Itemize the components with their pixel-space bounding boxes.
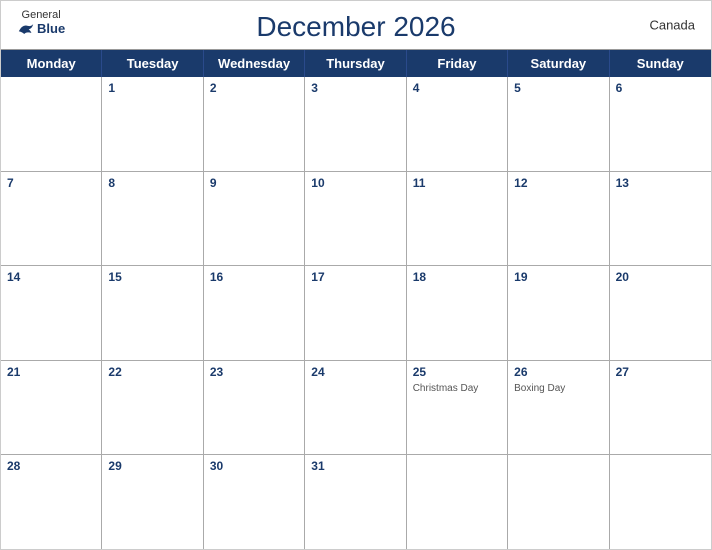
day-cell-2: 2 bbox=[204, 77, 305, 171]
day-cell-20: 20 bbox=[610, 266, 711, 360]
day-number: 24 bbox=[311, 365, 399, 379]
day-number: 13 bbox=[616, 176, 705, 190]
day-header-sunday: Sunday bbox=[610, 50, 711, 77]
day-cell-5: 5 bbox=[508, 77, 609, 171]
day-header-tuesday: Tuesday bbox=[102, 50, 203, 77]
day-number: 3 bbox=[311, 81, 399, 95]
day-cell-24: 24 bbox=[305, 361, 406, 455]
day-number: 14 bbox=[7, 270, 95, 284]
day-number: 23 bbox=[210, 365, 298, 379]
day-number: 29 bbox=[108, 459, 196, 473]
day-cell-6: 6 bbox=[610, 77, 711, 171]
day-cell-15: 15 bbox=[102, 266, 203, 360]
day-header-thursday: Thursday bbox=[305, 50, 406, 77]
day-headers-row: MondayTuesdayWednesdayThursdayFridaySatu… bbox=[1, 50, 711, 77]
day-cell-31: 31 bbox=[305, 455, 406, 549]
day-cell-9: 9 bbox=[204, 172, 305, 266]
day-cell-11: 11 bbox=[407, 172, 508, 266]
day-number: 11 bbox=[413, 176, 501, 190]
day-number: 31 bbox=[311, 459, 399, 473]
day-header-wednesday: Wednesday bbox=[204, 50, 305, 77]
week-row-3: 14 15 16 17 18 19 20 bbox=[1, 266, 711, 361]
day-header-monday: Monday bbox=[1, 50, 102, 77]
day-number: 28 bbox=[7, 459, 95, 473]
country-label: Canada bbox=[649, 18, 695, 33]
day-number: 22 bbox=[108, 365, 196, 379]
day-number: 2 bbox=[210, 81, 298, 95]
day-number: 21 bbox=[7, 365, 95, 379]
day-cell-25: 25 Christmas Day bbox=[407, 361, 508, 455]
day-number: 16 bbox=[210, 270, 298, 284]
calendar-header: General Blue December 2026 Canada bbox=[1, 1, 711, 49]
logo-general: General bbox=[22, 9, 61, 21]
day-cell-empty-0-0 bbox=[1, 77, 102, 171]
day-cell-21: 21 bbox=[1, 361, 102, 455]
day-cell-empty-4-5 bbox=[508, 455, 609, 549]
day-cell-3: 3 bbox=[305, 77, 406, 171]
holiday-label: Boxing Day bbox=[514, 383, 602, 395]
day-number: 12 bbox=[514, 176, 602, 190]
day-number: 8 bbox=[108, 176, 196, 190]
day-cell-27: 27 bbox=[610, 361, 711, 455]
day-header-friday: Friday bbox=[407, 50, 508, 77]
day-number: 25 bbox=[413, 365, 501, 379]
logo-area: General Blue bbox=[17, 9, 65, 36]
day-cell-1: 1 bbox=[102, 77, 203, 171]
day-number: 9 bbox=[210, 176, 298, 190]
calendar-grid: MondayTuesdayWednesdayThursdayFridaySatu… bbox=[1, 49, 711, 549]
day-cell-empty-4-4 bbox=[407, 455, 508, 549]
logo-blue: Blue bbox=[17, 21, 65, 36]
day-number: 10 bbox=[311, 176, 399, 190]
week-row-4: 21 22 23 24 25 Christmas Day 26 Boxing Day 27 bbox=[1, 361, 711, 456]
day-cell-4: 4 bbox=[407, 77, 508, 171]
day-cell-30: 30 bbox=[204, 455, 305, 549]
day-cell-13: 13 bbox=[610, 172, 711, 266]
day-cell-16: 16 bbox=[204, 266, 305, 360]
day-number: 20 bbox=[616, 270, 705, 284]
day-number: 26 bbox=[514, 365, 602, 379]
day-cell-29: 29 bbox=[102, 455, 203, 549]
week-row-2: 789 10 11 12 13 bbox=[1, 172, 711, 267]
logo-bird-icon bbox=[17, 22, 35, 36]
day-cell-8: 8 bbox=[102, 172, 203, 266]
day-number: 15 bbox=[108, 270, 196, 284]
holiday-label: Christmas Day bbox=[413, 383, 501, 395]
day-cell-14: 14 bbox=[1, 266, 102, 360]
day-number: 18 bbox=[413, 270, 501, 284]
day-cell-17: 17 bbox=[305, 266, 406, 360]
day-cell-18: 18 bbox=[407, 266, 508, 360]
week-row-1: 123456 bbox=[1, 77, 711, 172]
day-header-saturday: Saturday bbox=[508, 50, 609, 77]
calendar: General Blue December 2026 Canada Monday… bbox=[0, 0, 712, 550]
weeks-container: 1234567891011121314151617181920212223242… bbox=[1, 77, 711, 549]
day-cell-empty-4-6 bbox=[610, 455, 711, 549]
day-number: 27 bbox=[616, 365, 705, 379]
day-cell-26: 26 Boxing Day bbox=[508, 361, 609, 455]
day-number: 30 bbox=[210, 459, 298, 473]
day-cell-7: 7 bbox=[1, 172, 102, 266]
day-number: 1 bbox=[108, 81, 196, 95]
day-cell-22: 22 bbox=[102, 361, 203, 455]
week-row-5: 28 29 30 31 bbox=[1, 455, 711, 549]
day-number: 5 bbox=[514, 81, 602, 95]
day-cell-23: 23 bbox=[204, 361, 305, 455]
day-cell-28: 28 bbox=[1, 455, 102, 549]
day-number: 6 bbox=[616, 81, 705, 95]
day-cell-12: 12 bbox=[508, 172, 609, 266]
month-title: December 2026 bbox=[256, 11, 455, 43]
day-number: 7 bbox=[7, 176, 95, 190]
day-number: 19 bbox=[514, 270, 602, 284]
day-cell-10: 10 bbox=[305, 172, 406, 266]
day-number: 17 bbox=[311, 270, 399, 284]
day-number: 4 bbox=[413, 81, 501, 95]
day-cell-19: 19 bbox=[508, 266, 609, 360]
